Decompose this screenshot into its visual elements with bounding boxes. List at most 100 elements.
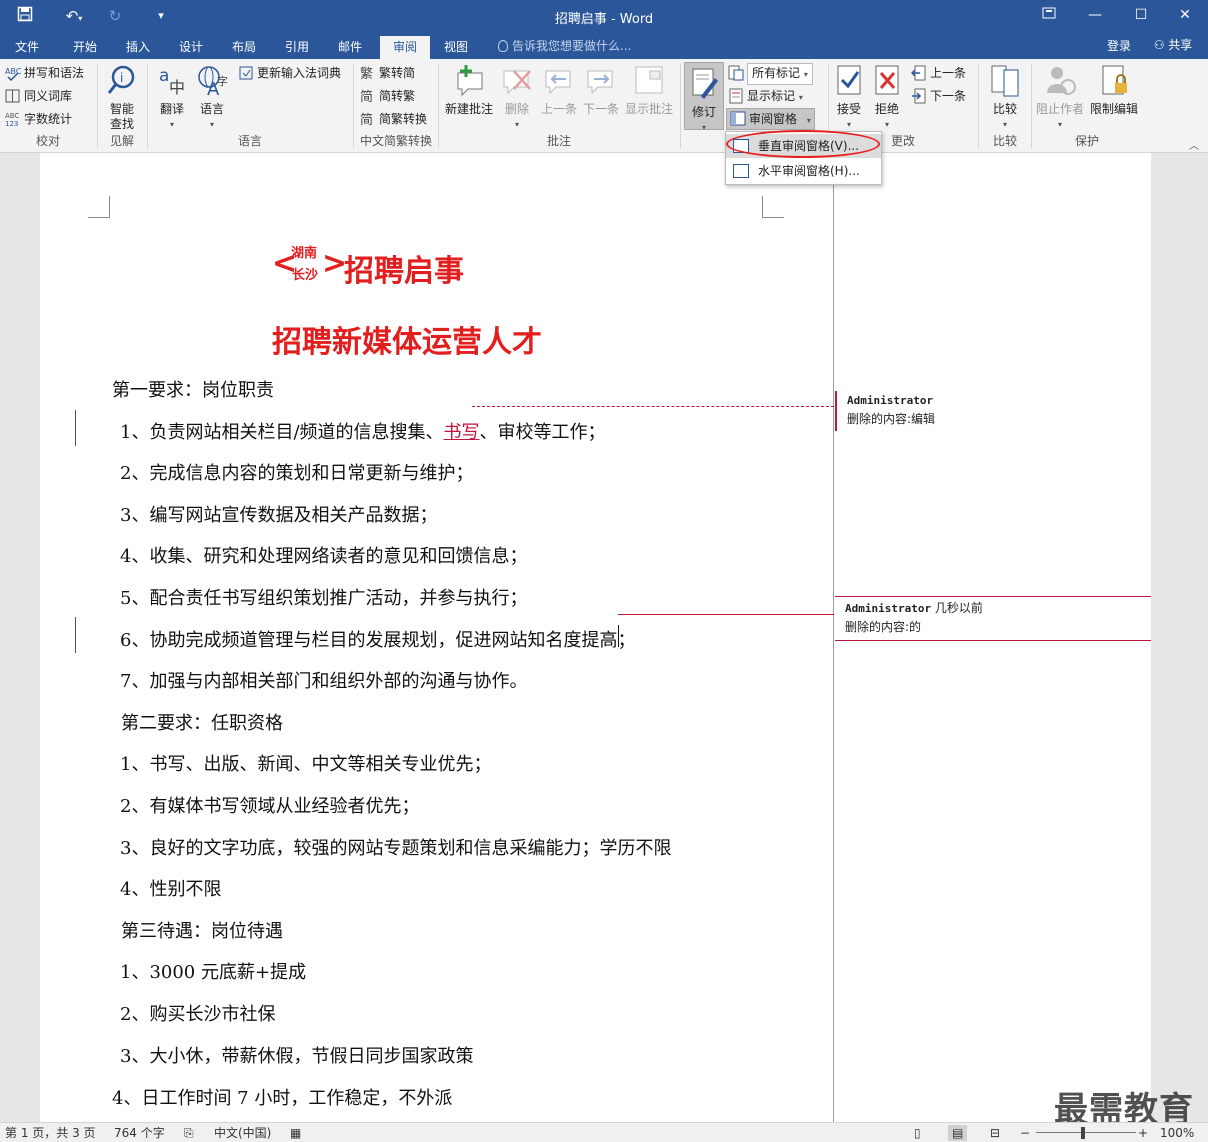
chevron-down-icon: ▾ xyxy=(1057,120,1062,129)
zoom-slider-track[interactable] xyxy=(1036,1132,1136,1133)
horizontal-reviewing-pane-item[interactable]: 水平审阅窗格(H)... xyxy=(726,159,881,183)
revision-connector xyxy=(472,406,834,407)
svg-text:ABC: ABC xyxy=(5,112,19,120)
doc-line: 第二要求：任职资格 xyxy=(121,713,283,734)
previous-comment-button[interactable]: 上一条 xyxy=(539,63,579,117)
doc-subtitle: 招聘新媒体运营人才 xyxy=(272,325,542,360)
person-icon: ⚇ xyxy=(1153,38,1165,52)
revision-connector xyxy=(618,614,834,615)
doc-line: 2、完成信息内容的策划和日常更新与维护； xyxy=(120,463,474,484)
track-changes-button[interactable]: 修订 ▾ xyxy=(684,62,724,132)
inserted-text[interactable]: 书写 xyxy=(444,422,480,443)
page-indicator[interactable]: 第 1 页，共 3 页 xyxy=(5,1125,96,1141)
chevron-down-icon: ▾ xyxy=(209,120,214,129)
proofing-status-icon[interactable]: ⎘ xyxy=(184,1125,194,1141)
simplified-to-traditional-button[interactable]: 简简转繁 xyxy=(360,85,415,107)
revision-balloon[interactable]: Administrator 几秒以前 删除的内容:的 xyxy=(835,596,1151,641)
read-mode-icon[interactable]: ▯ xyxy=(914,1125,921,1141)
block-authors-button[interactable]: 阻止作者 ▾ xyxy=(1034,63,1086,132)
tab-review[interactable]: 审阅 xyxy=(380,36,430,59)
ribbon: ABC 拼写和语法 同义词库 ABC 123 字数统计 校对 i 智能查找 见解 a中… xyxy=(0,59,1208,153)
smart-lookup-button[interactable]: i 智能查找 xyxy=(102,63,142,132)
tab-mailings[interactable]: 邮件 xyxy=(327,36,373,59)
restrict-editing-button[interactable]: 限制编辑 xyxy=(1088,63,1140,117)
compare-icon xyxy=(988,63,1022,99)
macro-icon[interactable]: ▦ xyxy=(290,1125,301,1141)
language-button[interactable]: A字 语言 ▾ xyxy=(194,63,230,132)
restrict-editing-icon xyxy=(1097,63,1131,99)
group-label-insights: 见解 xyxy=(109,134,134,148)
language-indicator[interactable]: 中文(中国) xyxy=(214,1125,271,1141)
collapse-ribbon-icon[interactable]: ︿ xyxy=(1189,137,1199,152)
thesaurus-button[interactable]: 同义词库 xyxy=(5,85,72,107)
update-ime-dictionary-button[interactable]: 更新输入法词典 xyxy=(238,62,341,84)
group-insights: i 智能查找 见解 xyxy=(98,59,146,152)
new-comment-icon xyxy=(452,63,486,99)
show-comments-button[interactable]: 显示批注 xyxy=(623,63,675,117)
svg-text:ABC: ABC xyxy=(5,67,21,76)
accept-icon xyxy=(832,63,866,99)
simp-to-trad-icon: 简 xyxy=(360,88,376,105)
doc-line: 6、协助完成频道管理与栏目的发展规划，促进网站知名度提高； xyxy=(120,630,636,651)
tab-layout[interactable]: 布局 xyxy=(221,36,267,59)
show-markup-button[interactable]: 显示标记 ▾ xyxy=(728,85,803,107)
sign-in-link[interactable]: 登录 xyxy=(1107,36,1131,56)
reviewing-pane-button[interactable]: 审阅窗格 ▾ xyxy=(726,108,815,130)
track-changes-icon xyxy=(687,66,721,102)
ribbon-display-options-icon[interactable] xyxy=(1026,0,1072,32)
close-icon[interactable]: ✕ xyxy=(1162,0,1208,32)
next-change-icon xyxy=(911,88,927,104)
svg-text:繁: 繁 xyxy=(360,66,373,81)
doc-line: 第三待遇：岗位待遇 xyxy=(121,921,283,942)
display-for-review-dropdown[interactable]: 所有标记 ▾ xyxy=(728,62,813,85)
revision-balloon[interactable]: Administrator 删除的内容:编辑 xyxy=(835,391,1151,431)
balloon-author: Administrator xyxy=(845,602,932,615)
tab-view[interactable]: 视图 xyxy=(433,36,479,59)
show-markup-icon xyxy=(728,88,744,104)
previous-change-button[interactable]: 上一条 xyxy=(910,62,966,84)
web-layout-icon[interactable]: ⊟ xyxy=(990,1125,1000,1141)
svg-text:123: 123 xyxy=(5,120,18,127)
previous-change-icon xyxy=(910,65,927,81)
chevron-down-icon: ▾ xyxy=(884,120,889,129)
maximize-icon[interactable]: ☐ xyxy=(1118,0,1164,32)
accept-button[interactable]: 接受 ▾ xyxy=(831,63,867,132)
chinese-conversion-button[interactable]: 简简繁转换 xyxy=(360,108,427,130)
change-bar xyxy=(75,617,76,653)
word-count[interactable]: 764 个字 xyxy=(114,1125,165,1141)
tab-home[interactable]: 开始 xyxy=(62,36,108,59)
tab-insert[interactable]: 插入 xyxy=(115,36,161,59)
reject-button[interactable]: 拒绝 ▾ xyxy=(869,63,905,132)
group-label-chinese: 中文简繁转换 xyxy=(359,134,432,148)
traditional-to-simplified-button[interactable]: 繁繁转简 xyxy=(360,62,415,84)
doc-line: 7、加强与内部相关部门和组织外部的沟通与协作。 xyxy=(120,671,528,692)
tab-file[interactable]: 文件 xyxy=(4,36,50,59)
zoom-in-button[interactable]: + xyxy=(1138,1125,1148,1141)
new-comment-button[interactable]: 新建批注 xyxy=(441,63,497,117)
doc-line: 1、书写、出版、新闻、中文等相关专业优先； xyxy=(120,754,492,775)
next-comment-icon xyxy=(584,63,618,99)
conversion-icon: 简 xyxy=(360,111,376,128)
doc-line: 3、良好的文字功底，较强的网站专题策划和信息采编能力；学历不限 xyxy=(120,838,672,859)
reject-icon xyxy=(870,63,904,99)
svg-text:a: a xyxy=(159,66,169,86)
tab-design[interactable]: 设计 xyxy=(168,36,214,59)
tell-me-search[interactable]: 告诉我您想要做什么... xyxy=(498,37,631,55)
zoom-slider-thumb[interactable] xyxy=(1081,1127,1085,1139)
group-compare: 比较 ▾ 比较 xyxy=(979,59,1031,152)
word-count-icon: ABC 123 xyxy=(5,111,21,128)
next-comment-button[interactable]: 下一条 xyxy=(581,63,621,117)
share-button[interactable]: ⚇ 共享 xyxy=(1146,34,1200,56)
compare-button[interactable]: 比较 ▾ xyxy=(987,63,1023,132)
translate-button[interactable]: a中 翻译 ▾ xyxy=(154,63,190,132)
minimize-icon[interactable]: — xyxy=(1072,0,1118,32)
word-count-button[interactable]: ABC 123 字数统计 xyxy=(5,108,72,130)
spelling-grammar-button[interactable]: ABC 拼写和语法 xyxy=(5,62,84,84)
delete-comment-button[interactable]: 删除 ▾ xyxy=(497,63,537,132)
next-change-button[interactable]: 下一条 xyxy=(911,85,966,107)
tab-references[interactable]: 引用 xyxy=(274,36,320,59)
chevron-down-icon: ▾ xyxy=(169,120,174,129)
print-layout-icon[interactable]: ▤ xyxy=(948,1125,968,1141)
zoom-level[interactable]: 100% xyxy=(1160,1125,1194,1141)
zoom-out-button[interactable]: − xyxy=(1020,1125,1030,1141)
